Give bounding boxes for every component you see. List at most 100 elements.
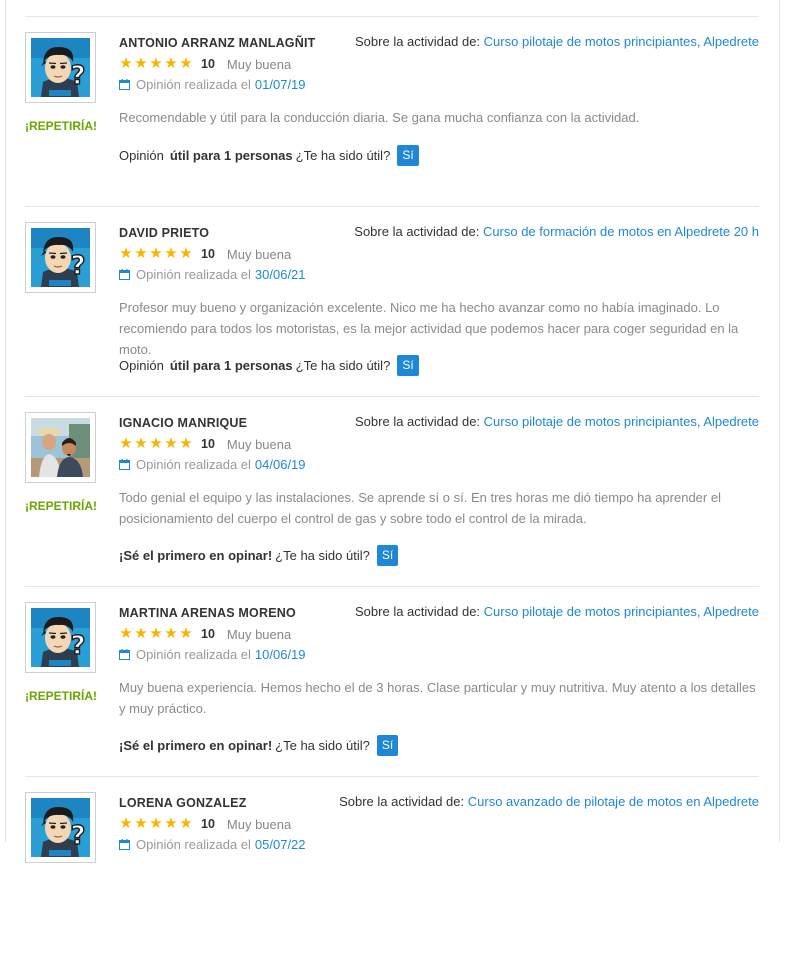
useful-row: Opinión útil para 1 personas ¿Te ha sido ú… [119, 145, 419, 166]
star-icon: ★ [179, 815, 193, 832]
date-value: 01/07/19 [254, 77, 306, 92]
cartoon-avatar-icon: ? [25, 222, 96, 293]
activity-info: Sobre la actividad de: Curso de formació… [354, 224, 759, 239]
calendar-icon [119, 649, 130, 660]
useful-row: Opinión útil para 1 personas ¿Te ha sido ú… [119, 355, 419, 376]
review-date: Opinión realizada el 04/06/19 [119, 457, 306, 472]
reviewer-name: DAVID PRIETO [119, 226, 210, 240]
frame-border-right [779, 0, 780, 842]
star-icon: ★ [134, 245, 148, 262]
star-icon: ★ [164, 435, 178, 452]
svg-text:?: ? [70, 251, 85, 281]
review-comment: Muy buena experiencia. Hemos hecho el de… [119, 680, 756, 716]
star-rating: ★ ★ ★ ★ ★ [119, 626, 193, 642]
yes-useful-button[interactable]: Sí [397, 355, 419, 376]
useful-prefix: Opinión [119, 358, 164, 373]
rating: ★ ★ ★ ★ ★ 10 Muy buena [119, 436, 291, 452]
star-icon: ★ [119, 55, 133, 72]
star-icon: ★ [164, 815, 178, 832]
first-to-opine: ¡Sé el primero en opinar! [119, 548, 273, 563]
review-item: ? ¡REPETIRÍA! ANTONIO ARRANZ MANLAGÑIT S… [25, 16, 759, 206]
star-icon: ★ [179, 435, 193, 452]
yes-useful-button[interactable]: Sí [376, 735, 399, 756]
calendar-icon [119, 79, 130, 90]
star-icon: ★ [179, 55, 193, 72]
calendar-icon [119, 269, 130, 280]
useful-count: útil para 1 personas [169, 148, 293, 163]
activity-info: Sobre la actividad de: Curso avanzado de… [339, 794, 759, 809]
date-value: 30/06/21 [254, 267, 306, 282]
review-comment: Todo genial el equipo y las instalacione… [119, 490, 721, 526]
activity-link[interactable]: Curso avanzado de pilotaje de motos en A… [468, 794, 759, 809]
first-to-opine: ¡Sé el primero en opinar! [119, 738, 273, 753]
rating: ★ ★ ★ ★ ★ 10 Muy buena [119, 246, 291, 262]
useful-question: ¿Te ha sido útil? [275, 548, 370, 563]
star-icon: ★ [134, 55, 148, 72]
date-prefix: Opinión realizada el [136, 837, 251, 852]
star-icon: ★ [149, 815, 163, 832]
calendar-icon [119, 459, 130, 470]
quality-label: Muy buena [226, 246, 292, 262]
review-date: Opinión realizada el 05/07/22 [119, 837, 306, 852]
review-comment: Recomendable y útil para la conducción d… [119, 110, 640, 125]
cartoon-avatar-icon: ? [25, 792, 96, 863]
star-icon: ★ [149, 245, 163, 262]
date-prefix: Opinión realizada el [136, 77, 251, 92]
useful-count: útil para 1 personas [169, 358, 293, 373]
frame-border-left [5, 0, 6, 842]
activity-link[interactable]: Curso pilotaje de motos principiantes, A… [484, 34, 759, 49]
useful-row: ¡Sé el primero en opinar! ¿Te ha sido úti… [119, 735, 399, 756]
activity-prefix: Sobre la actividad de: [354, 224, 480, 239]
svg-text:?: ? [70, 631, 85, 661]
review-item: ? DAVID PRIETO Sobre la actividad de: Cu… [25, 206, 759, 396]
activity-info: Sobre la actividad de: Curso pilotaje de… [355, 414, 759, 429]
cartoon-avatar-icon: ? [25, 602, 96, 673]
useful-row: ¡Sé el primero en opinar! ¿Te ha sido úti… [119, 545, 399, 566]
activity-prefix: Sobre la actividad de: [355, 414, 481, 429]
activity-link[interactable]: Curso pilotaje de motos principiantes, A… [484, 604, 759, 619]
date-value: 10/06/19 [254, 647, 306, 662]
star-icon: ★ [134, 435, 148, 452]
activity-info: Sobre la actividad de: Curso pilotaje de… [355, 34, 759, 49]
rating: ★ ★ ★ ★ ★ 10 Muy buena [119, 56, 291, 72]
star-icon: ★ [149, 435, 163, 452]
star-icon: ★ [164, 55, 178, 72]
useful-question: ¿Te ha sido útil? [275, 738, 370, 753]
calendar-icon [119, 839, 130, 850]
activity-link[interactable]: Curso pilotaje de motos principiantes, A… [484, 414, 759, 429]
useful-question: ¿Te ha sido útil? [295, 148, 391, 163]
repeat-badge: ¡REPETIRÍA! [25, 119, 97, 133]
star-rating: ★ ★ ★ ★ ★ [119, 436, 193, 452]
yes-useful-button[interactable]: Sí [376, 545, 399, 566]
yes-useful-button[interactable]: Sí [397, 145, 419, 166]
date-value: 04/06/19 [254, 457, 306, 472]
svg-text:?: ? [70, 61, 85, 91]
reviewer-name: MARTINA ARENAS MORENO [119, 606, 296, 620]
score: 10 [201, 817, 215, 831]
score: 10 [201, 437, 215, 451]
review-date: Opinión realizada el 30/06/21 [119, 267, 306, 282]
score: 10 [201, 247, 215, 261]
activity-prefix: Sobre la actividad de: [355, 34, 481, 49]
review-item: ? ¡REPETIRÍA! MARTINA ARENAS MORENO Sobr… [25, 586, 759, 776]
star-icon: ★ [119, 435, 133, 452]
star-icon: ★ [119, 245, 133, 262]
cartoon-avatar-icon: ? [25, 32, 96, 103]
activity-prefix: Sobre la actividad de: [355, 604, 481, 619]
review-list: ? ¡REPETIRÍA! ANTONIO ARRANZ MANLAGÑIT S… [25, 16, 759, 966]
star-icon: ★ [149, 625, 163, 642]
star-icon: ★ [179, 625, 193, 642]
star-icon: ★ [149, 55, 163, 72]
repeat-badge: ¡REPETIRÍA! [25, 499, 97, 513]
star-rating: ★ ★ ★ ★ ★ [119, 246, 193, 262]
reviewer-name: IGNACIO MANRIQUE [119, 416, 248, 430]
useful-question: ¿Te ha sido útil? [295, 358, 391, 373]
date-prefix: Opinión realizada el [136, 647, 251, 662]
star-icon: ★ [119, 625, 133, 642]
useful-prefix: Opinión [119, 148, 164, 163]
date-prefix: Opinión realizada el [136, 457, 251, 472]
quality-label: Muy buena [226, 816, 292, 832]
activity-link[interactable]: Curso de formación de motos en Alpedrete… [483, 224, 759, 239]
review-date: Opinión realizada el 10/06/19 [119, 647, 306, 662]
star-rating: ★ ★ ★ ★ ★ [119, 816, 193, 832]
